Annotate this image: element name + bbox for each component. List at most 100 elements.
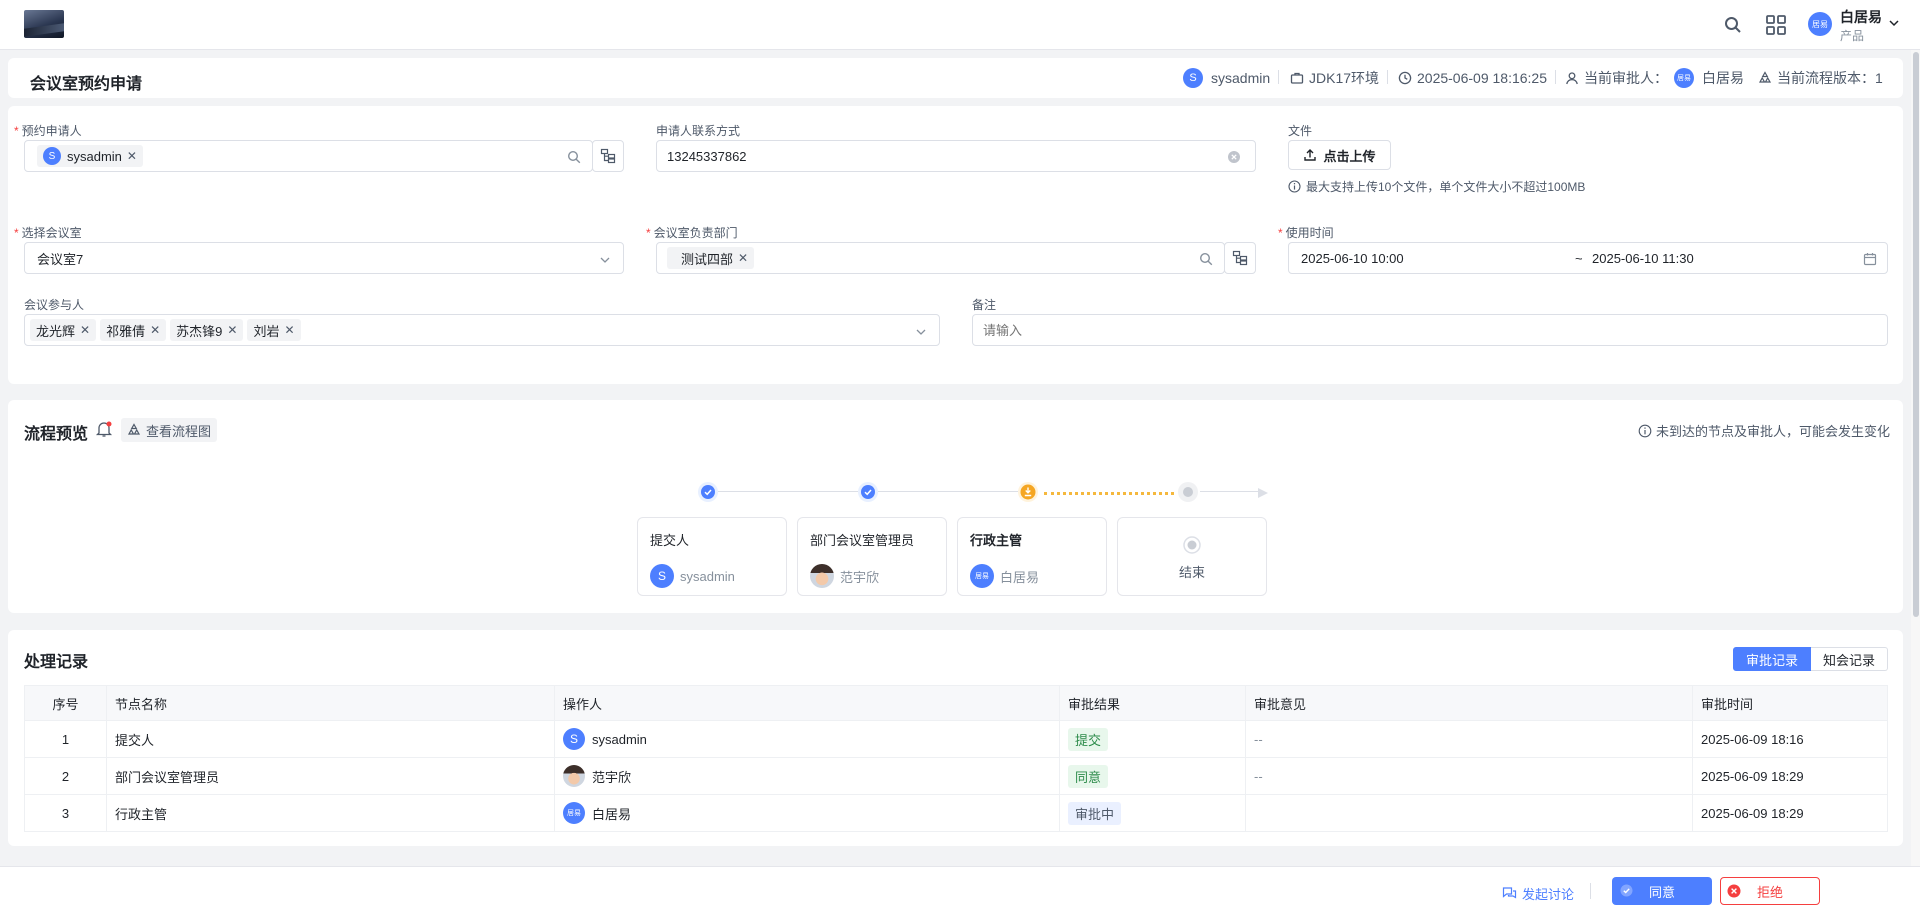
process-card (8, 400, 1903, 613)
step-card-end[interactable]: 结束 (1117, 517, 1267, 596)
user-icon (1565, 71, 1579, 85)
end-dot-icon (1183, 536, 1201, 557)
applicant-field[interactable]: S sysadmin ✕ (24, 140, 593, 172)
avatar (810, 564, 834, 588)
avatar: 居易 (1674, 68, 1694, 88)
view-flowchart-button[interactable]: 查看流程图 (121, 418, 218, 442)
top-bar: 居易 白居易 产品 (0, 0, 1920, 50)
close-icon[interactable]: ✕ (127, 149, 137, 163)
clear-icon[interactable] (1227, 150, 1241, 167)
calendar-icon[interactable] (1863, 252, 1877, 269)
time-range-input[interactable]: 2025-06-10 10:00 ~ 2025-06-10 11:30 (1288, 242, 1888, 274)
step-done-icon (698, 482, 718, 502)
app-grid-icon[interactable] (1765, 14, 1787, 36)
avatar: S (650, 564, 674, 588)
reject-button[interactable]: 拒绝 (1720, 877, 1820, 905)
step-card-admin-manager[interactable]: 行政主管 居易 白居易 (957, 517, 1107, 596)
room-select[interactable]: 会议室7 (24, 242, 624, 274)
avatar: S (43, 147, 61, 165)
chevron-down-icon (915, 326, 927, 341)
table-row: 1 提交人 Ssysadmin 提交 -- 2025-06-09 18:16 (24, 720, 1888, 758)
records-title: 处理记录 (24, 654, 89, 671)
participant-tag: 祁雅倩 ✕ (100, 319, 167, 341)
avatar: S (1183, 68, 1203, 88)
time-label: * 使用时间 (1278, 226, 1334, 240)
table-row: 3 行政主管 居易 白居易 审批中 2025-06-09 18:29 (24, 794, 1888, 832)
applicant-label: * 预约申请人 (14, 124, 82, 138)
avatar: 居易 (970, 564, 994, 588)
file-label: 文件 (1288, 124, 1313, 138)
start-time[interactable]: 2025-06-10 10:00 (1301, 251, 1404, 266)
participants-select[interactable]: 龙光辉 ✕ 祁雅倩 ✕ 苏杰锋9 ✕ 刘岩 ✕ (24, 314, 940, 346)
status-badge: 提交 (1068, 727, 1109, 751)
search-icon[interactable] (1199, 252, 1213, 269)
upload-button[interactable]: 点击上传 (1288, 140, 1391, 170)
step-card-dept-admin[interactable]: 部门会议室管理员 范宇欣 (797, 517, 947, 596)
contact-input[interactable]: 13245337862 (656, 140, 1256, 172)
participants-label: 会议参与人 (24, 298, 85, 312)
check-circle-icon (1620, 884, 1633, 900)
arrow-right-icon (1258, 486, 1268, 501)
dept-tag: 测试四部 ✕ (667, 247, 755, 269)
close-circle-icon (1727, 884, 1741, 901)
step-card-submitter[interactable]: 提交人 S sysadmin (637, 517, 787, 596)
participant-tag: 龙光辉 ✕ (30, 319, 97, 341)
close-icon[interactable]: ✕ (738, 251, 748, 265)
chat-icon (1502, 886, 1517, 901)
bell-icon[interactable] (95, 420, 113, 441)
environment-meta: JDK17环境 (1290, 68, 1379, 88)
contact-label: 申请人联系方式 (656, 124, 741, 138)
tab-notify-records[interactable]: 知会记录 (1811, 647, 1889, 671)
close-icon[interactable]: ✕ (227, 323, 237, 337)
org-tree-icon (1232, 250, 1248, 266)
page-title: 会议室预约申请 (30, 76, 143, 93)
org-tree-button[interactable] (592, 140, 624, 172)
recycle-icon (1758, 71, 1772, 85)
chevron-down-icon[interactable] (1889, 16, 1899, 31)
avatar (563, 765, 585, 787)
applicant-tag: S sysadmin ✕ (37, 145, 143, 167)
clock-icon (1398, 71, 1412, 85)
app-logo[interactable] (24, 10, 64, 38)
table-row: 2 部门会议室管理员 范宇欣 同意 -- 2025-06-09 18:29 (24, 757, 1888, 795)
step-pending-icon (1178, 482, 1198, 502)
status-badge: 审批中 (1068, 801, 1122, 825)
close-icon[interactable]: ✕ (80, 323, 90, 337)
close-icon[interactable]: ✕ (284, 323, 294, 337)
creator-meta: S sysadmin (1183, 68, 1270, 88)
remark-input[interactable] (972, 314, 1888, 346)
user-role: 产品 (1840, 29, 1865, 43)
process-tip: 未到达的节点及审批人，可能会发生变化 (1638, 421, 1890, 440)
start-discussion-button[interactable]: 发起讨论 (1502, 884, 1574, 903)
tab-approval-records[interactable]: 审批记录 (1733, 647, 1812, 671)
approve-button[interactable]: 同意 (1612, 877, 1712, 905)
status-badge: 同意 (1068, 764, 1109, 788)
briefcase-icon (1290, 71, 1304, 85)
dept-field[interactable]: 测试四部 ✕ (656, 242, 1225, 274)
step-done-icon (858, 482, 878, 502)
upload-icon (1303, 148, 1317, 162)
user-avatar[interactable]: 居易 (1808, 12, 1832, 36)
search-icon[interactable] (1722, 14, 1744, 36)
org-tree-button[interactable] (1224, 242, 1256, 274)
records-table: 序号 节点名称 操作人 审批结果 审批意见 审批时间 1 提交人 Ssysadm… (24, 685, 1888, 832)
participant-tag: 苏杰锋9 ✕ (170, 319, 244, 341)
recycle-icon (127, 423, 141, 437)
datetime-meta: 2025-06-09 18:16:25 (1398, 68, 1547, 88)
room-label: * 选择会议室 (14, 226, 82, 240)
avatar: 居易 (563, 802, 585, 824)
remark-label: 备注 (972, 298, 997, 312)
search-icon[interactable] (567, 150, 581, 167)
scrollbar-thumb[interactable] (1913, 52, 1919, 617)
step-current-icon (1018, 482, 1038, 502)
chevron-down-icon (599, 254, 611, 269)
dept-label: * 会议室负责部门 (646, 226, 738, 240)
close-icon[interactable]: ✕ (150, 323, 160, 337)
info-icon (1638, 424, 1652, 438)
info-icon (1288, 180, 1301, 193)
end-time[interactable]: 2025-06-10 11:30 (1592, 251, 1694, 266)
user-name[interactable]: 白居易 (1840, 7, 1882, 27)
table-header: 序号 节点名称 操作人 审批结果 审批意见 审批时间 (24, 685, 1888, 721)
upload-tip: 最大支持上传10个文件，单个文件大小不超过100MB (1288, 178, 1585, 195)
participant-tag: 刘岩 ✕ (247, 319, 301, 341)
